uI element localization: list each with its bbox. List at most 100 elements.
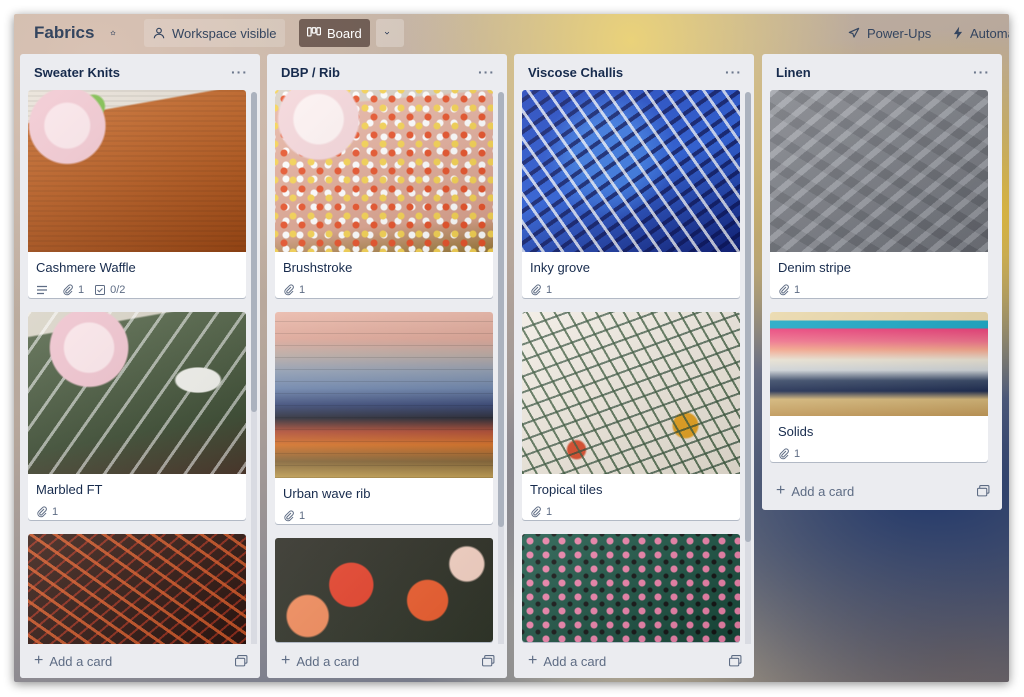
board-view-label: Board xyxy=(327,25,362,41)
list-header: Viscose Challis ··· xyxy=(514,54,754,90)
paperclip-icon xyxy=(284,283,294,295)
automation-button[interactable]: Automa xyxy=(944,19,1009,47)
list-header: DBP / Rib ··· xyxy=(267,54,507,90)
list-header: Sweater Knits ··· xyxy=(20,54,260,90)
automation-label: Automa xyxy=(970,25,1009,41)
card-cover-image xyxy=(770,312,988,416)
attachment-count: 1 xyxy=(299,283,306,296)
board-header: Fabrics Workspace visible Board Power-Up… xyxy=(14,14,1009,52)
list-title[interactable]: Viscose Challis xyxy=(528,65,623,80)
list-title[interactable]: Sweater Knits xyxy=(34,65,120,80)
card-title: Urban wave rib xyxy=(283,486,371,501)
attachment-badge: 1 xyxy=(530,506,552,518)
card-urban-wave-rib[interactable]: Urban wave rib 1 xyxy=(275,312,493,524)
card-leopard-print[interactable] xyxy=(522,534,740,642)
star-button[interactable] xyxy=(102,19,130,47)
card-denim-stripe[interactable]: Denim stripe 1 xyxy=(770,90,988,298)
checklist-badge: 0/2 xyxy=(94,284,125,296)
add-card-button[interactable]: + Add a card xyxy=(281,653,359,669)
add-card-button[interactable]: + Add a card xyxy=(528,653,606,669)
paperclip-icon xyxy=(779,283,789,295)
attachment-count: 1 xyxy=(546,505,553,518)
visibility-button[interactable]: Workspace visible xyxy=(144,19,285,47)
add-card-button[interactable]: + Add a card xyxy=(34,653,112,669)
card-cashmere-waffle[interactable]: Cashmere Waffle 1 0/2 xyxy=(28,90,246,298)
card-template-icon[interactable] xyxy=(729,655,742,667)
card-brushstroke[interactable]: Brushstroke 1 xyxy=(275,90,493,298)
list-title[interactable]: Linen xyxy=(776,65,811,80)
card-solids[interactable]: Solids 1 xyxy=(770,312,988,462)
add-card-label: Add a card xyxy=(296,653,360,669)
board-title[interactable]: Fabrics xyxy=(28,21,100,45)
attachment-badge: 1 xyxy=(530,284,552,296)
checklist-icon xyxy=(95,284,106,295)
card-title: Brushstroke xyxy=(283,260,353,275)
card-cover-image xyxy=(28,90,246,252)
chevron-down-icon xyxy=(384,31,390,35)
list-menu-button[interactable]: ··· xyxy=(973,64,990,80)
members-icon xyxy=(153,27,165,39)
add-card-label: Add a card xyxy=(543,653,607,669)
list-menu-button[interactable]: ··· xyxy=(725,64,742,80)
card-badges: 1 xyxy=(275,502,493,524)
add-card-label: Add a card xyxy=(791,483,855,499)
card-cover-image xyxy=(770,90,988,252)
card-cover-image xyxy=(522,90,740,252)
card-template-icon[interactable] xyxy=(235,655,248,667)
scrollbar-thumb[interactable] xyxy=(251,92,257,412)
list-menu-button[interactable]: ··· xyxy=(231,64,248,80)
attachment-badge: 1 xyxy=(778,284,800,296)
star-icon xyxy=(110,30,116,36)
list-menu-button[interactable]: ··· xyxy=(478,64,495,80)
card-template-icon[interactable] xyxy=(977,485,990,497)
attachment-badge: 1 xyxy=(36,506,58,518)
view-switcher-button[interactable] xyxy=(376,19,404,47)
list-viscose-challis: Viscose Challis ··· Inky grove 1 Tropica… xyxy=(514,54,754,678)
scrollbar-thumb[interactable] xyxy=(498,92,504,527)
card-template-icon[interactable] xyxy=(482,655,495,667)
list-scrollbar[interactable] xyxy=(251,92,257,647)
attachment-count: 1 xyxy=(794,447,801,460)
board-window: Fabrics Workspace visible Board Power-Up… xyxy=(14,14,1009,682)
list-title[interactable]: DBP / Rib xyxy=(281,65,340,80)
power-ups-button[interactable]: Power-Ups xyxy=(839,19,939,47)
lightning-icon xyxy=(953,26,963,40)
description-badge xyxy=(36,285,52,295)
add-card-button[interactable]: + Add a card xyxy=(776,483,854,499)
paperclip-icon xyxy=(284,509,294,521)
rocket-icon xyxy=(848,27,860,38)
attachment-count: 1 xyxy=(52,505,59,518)
card-leaf-print[interactable] xyxy=(28,534,246,654)
plus-icon: + xyxy=(34,652,44,669)
board-view-button[interactable]: Board xyxy=(299,19,370,47)
plus-icon: + xyxy=(776,482,786,499)
card-tropical-tiles[interactable]: Tropical tiles 1 xyxy=(522,312,740,520)
attachment-count: 1 xyxy=(78,283,85,296)
scrollbar-thumb[interactable] xyxy=(745,92,751,542)
list-dbp-rib: DBP / Rib ··· Brushstroke 1 Urban wave r… xyxy=(267,54,507,678)
card-badges: 1 xyxy=(770,440,988,462)
card-title: Inky grove xyxy=(530,260,590,275)
add-card-label: Add a card xyxy=(49,653,113,669)
board-icon xyxy=(307,27,321,37)
list-header: Linen ··· xyxy=(762,54,1002,90)
card-badges: 1 xyxy=(275,276,493,298)
attachment-count: 1 xyxy=(794,283,801,296)
card-title: Tropical tiles xyxy=(530,482,603,497)
attachment-count: 1 xyxy=(546,283,553,296)
paperclip-icon xyxy=(779,447,789,459)
description-icon xyxy=(37,285,47,294)
card-inky-grove[interactable]: Inky grove 1 xyxy=(522,90,740,298)
card-marbled-ft[interactable]: Marbled FT 1 xyxy=(28,312,246,520)
list-scrollbar[interactable] xyxy=(745,92,751,647)
card-badges: 1 xyxy=(770,276,988,298)
card-cover-image xyxy=(522,312,740,474)
card-title: Cashmere Waffle xyxy=(36,260,136,275)
attachment-badge: 1 xyxy=(778,448,800,460)
attachment-badge: 1 xyxy=(62,284,84,296)
card-cover-image xyxy=(275,312,493,478)
checklist-count: 0/2 xyxy=(110,283,126,296)
card-floral-print[interactable] xyxy=(275,538,493,642)
list-scrollbar[interactable] xyxy=(498,92,504,647)
plus-icon: + xyxy=(528,652,538,669)
